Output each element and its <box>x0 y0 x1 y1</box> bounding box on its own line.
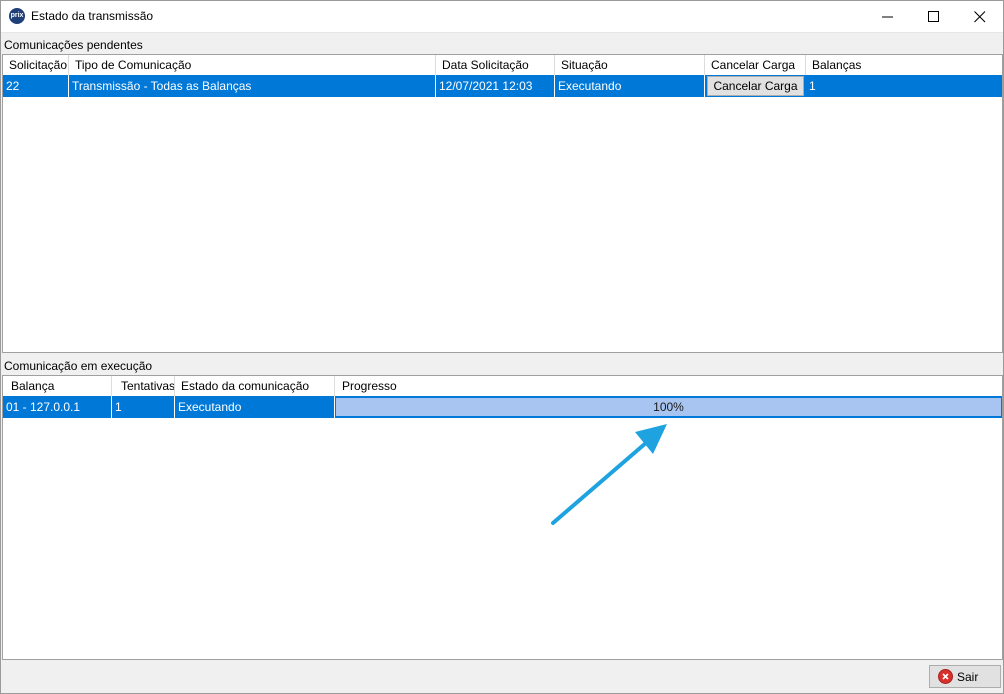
column-header-data[interactable]: Data Solicitação <box>436 55 555 75</box>
cell-tipo: Transmissão - Todas as Balanças <box>69 75 436 97</box>
cell-balancas: 1 <box>809 79 816 93</box>
cancel-load-button[interactable]: Cancelar Carga <box>707 76 804 96</box>
exit-icon <box>938 669 953 684</box>
title-bar: prix Estado da transmissão <box>1 1 1003 33</box>
column-header-tentativas[interactable]: Tentativas <box>112 376 175 396</box>
column-header-solicitacao[interactable]: Solicitação <box>3 55 69 75</box>
minimize-button[interactable] <box>865 1 911 32</box>
column-header-progresso[interactable]: Progresso <box>335 376 1002 396</box>
transmission-status-window: prix Estado da transmissão Comunicações … <box>0 0 1004 694</box>
annotation-arrow-icon <box>551 424 667 525</box>
table-row[interactable]: 01 - 127.0.0.1 1 Executando 100% <box>3 396 1002 418</box>
app-logo-icon: prix <box>9 8 25 24</box>
cell-situacao: Executando <box>555 75 705 97</box>
window-title: Estado da transmissão <box>31 9 154 23</box>
cell-estado: Executando <box>175 396 335 418</box>
column-header-cancelar[interactable]: Cancelar Carga <box>705 55 806 75</box>
column-header-situacao[interactable]: Situação <box>555 55 705 75</box>
close-button[interactable] <box>957 1 1003 32</box>
column-header-balanca[interactable]: Balança <box>3 376 112 396</box>
pending-grid-header: Solicitação Tipo de Comunicação Data Sol… <box>3 55 1002 76</box>
progress-text: 100% <box>653 400 684 414</box>
cell-tentativas: 1 <box>112 396 175 418</box>
executing-section-label: Comunicação em execução <box>4 359 153 373</box>
executing-grid[interactable]: Balança Tentativas Estado da comunicação… <box>2 375 1003 660</box>
column-header-estado[interactable]: Estado da comunicação <box>175 376 335 396</box>
column-header-tipo[interactable]: Tipo de Comunicação <box>69 55 436 75</box>
exit-button-label: Sair <box>957 670 979 684</box>
cell-solicitacao: 22 <box>3 75 69 97</box>
pending-grid[interactable]: Solicitação Tipo de Comunicação Data Sol… <box>2 54 1003 353</box>
maximize-button[interactable] <box>911 1 957 32</box>
minimize-icon <box>882 16 893 18</box>
close-icon <box>974 11 986 23</box>
executing-grid-header: Balança Tentativas Estado da comunicação… <box>3 376 1002 397</box>
column-header-balancas[interactable]: Balanças <box>806 55 1002 75</box>
progress-bar: 100% <box>336 398 1001 416</box>
maximize-icon <box>928 11 939 22</box>
cell-balanca: 01 - 127.0.0.1 <box>3 396 112 418</box>
pending-section-label: Comunicações pendentes <box>4 38 143 52</box>
cell-data: 12/07/2021 12:03 <box>436 75 555 97</box>
table-row[interactable]: 22 Transmissão - Todas as Balanças 12/07… <box>3 75 1002 97</box>
exit-button[interactable]: Sair <box>929 665 1001 688</box>
